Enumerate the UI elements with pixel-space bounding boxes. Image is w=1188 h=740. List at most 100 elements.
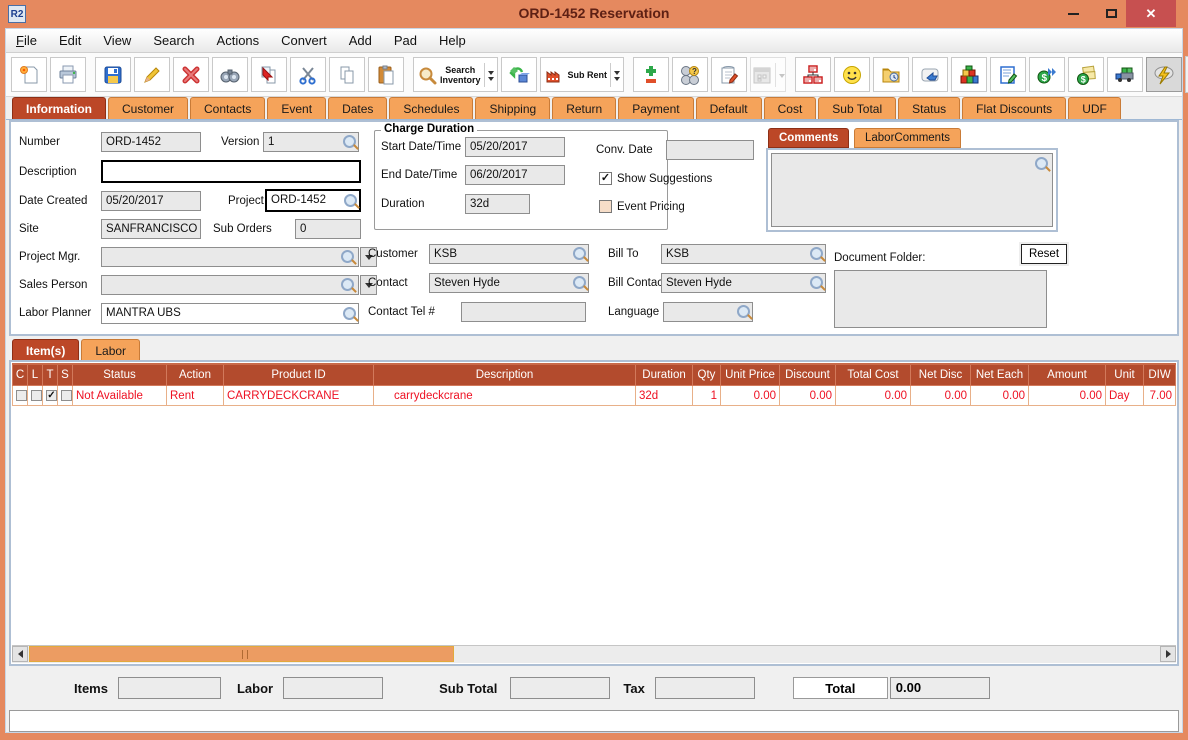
project-mgr-search-icon[interactable] [341, 250, 354, 263]
tab-return[interactable]: Return [552, 97, 617, 119]
delete-button[interactable] [173, 57, 209, 92]
row-checkbox-l[interactable] [31, 390, 42, 401]
tab-comments[interactable]: Comments [768, 128, 850, 148]
close-button[interactable]: ✕ [1126, 0, 1176, 27]
project-search-icon[interactable] [344, 194, 357, 207]
show-suggestions-checkbox[interactable]: ✓ [599, 172, 612, 185]
document-folder-field[interactable] [834, 270, 1047, 328]
find-button[interactable] [212, 57, 248, 92]
col-amount[interactable]: Amount [1028, 363, 1106, 386]
print-button[interactable] [50, 57, 86, 92]
sub-orders-field[interactable]: 0 [295, 219, 361, 239]
end-date-field[interactable]: 06/20/2017 [465, 165, 565, 185]
contact-field[interactable]: Steven Hyde [429, 273, 589, 293]
cell-status[interactable]: Not Available [72, 385, 167, 406]
edit-button[interactable] [134, 57, 170, 92]
comments-textarea[interactable] [771, 153, 1053, 227]
sub-rent-button[interactable]: Sub Rent [539, 57, 625, 92]
tab-event[interactable]: Event [267, 97, 327, 119]
cell-amount[interactable]: 0.00 [1028, 385, 1106, 406]
labor-planner-search-icon[interactable] [343, 307, 356, 320]
col-unit[interactable]: Unit [1105, 363, 1144, 386]
tab-default[interactable]: Default [695, 97, 762, 119]
col-t[interactable]: T [42, 363, 58, 386]
bill-contact-field[interactable]: Steven Hyde [661, 273, 826, 293]
scrollbar-thumb[interactable] [29, 646, 454, 662]
project-mgr-field[interactable] [101, 247, 359, 267]
cell-unit[interactable]: Day [1105, 385, 1144, 406]
menu-pad[interactable]: Pad [394, 33, 417, 48]
row-checkbox-t[interactable]: ✓ [46, 390, 57, 401]
cell-description[interactable]: carrydeckcrane [373, 385, 636, 406]
tab-schedules[interactable]: Schedules [389, 97, 474, 119]
cell-net-disc[interactable]: 0.00 [910, 385, 971, 406]
menu-view[interactable]: View [103, 33, 131, 48]
menu-actions[interactable]: Actions [217, 33, 260, 48]
scroll-right-button[interactable] [1160, 646, 1176, 662]
tab-customer[interactable]: Customer [108, 97, 189, 119]
duration-field[interactable]: 32d [465, 194, 530, 214]
shortcut-key-button[interactable] [912, 57, 949, 92]
sales-person-field[interactable] [101, 275, 359, 295]
tab-udf[interactable]: UDF [1068, 97, 1121, 119]
col-total-cost[interactable]: Total Cost [835, 363, 911, 386]
horizontal-scrollbar[interactable] [12, 645, 1176, 663]
menu-search[interactable]: Search [153, 33, 194, 48]
cell-unit-price[interactable]: 0.00 [720, 385, 780, 406]
start-date-field[interactable]: 05/20/2017 [465, 137, 565, 157]
reset-button[interactable]: Reset [1021, 244, 1067, 264]
event-pricing-checkbox[interactable] [599, 200, 612, 213]
tab-information[interactable]: Information [12, 97, 106, 119]
col-net-disc[interactable]: Net Disc [910, 363, 971, 386]
col-c[interactable]: C [12, 363, 28, 386]
menu-add[interactable]: Add [349, 33, 372, 48]
menu-convert[interactable]: Convert [281, 33, 327, 48]
bill-contact-search-icon[interactable] [810, 276, 823, 289]
customer-search-icon[interactable] [573, 247, 586, 260]
tab-flat-discounts[interactable]: Flat Discounts [962, 97, 1067, 119]
tab-payment[interactable]: Payment [618, 97, 694, 119]
tax-field[interactable] [654, 677, 755, 699]
col-s[interactable]: S [57, 363, 73, 386]
tab-labor-comments[interactable]: LaborComments [854, 128, 962, 148]
col-duration[interactable]: Duration [635, 363, 693, 386]
cell-net-each[interactable]: 0.00 [970, 385, 1029, 406]
search-inventory-dropdown[interactable] [483, 62, 494, 87]
col-status[interactable]: Status [72, 363, 167, 386]
title-bar[interactable]: R2 ORD-1452 Reservation ✕ [0, 0, 1188, 28]
copy-button[interactable] [329, 57, 365, 92]
save-button[interactable] [95, 57, 131, 92]
row-checkbox-s[interactable] [61, 390, 72, 401]
history-folder-button[interactable] [873, 57, 910, 92]
paste-button[interactable] [368, 57, 404, 92]
menu-edit[interactable]: Edit [59, 33, 81, 48]
contact-search-icon[interactable] [573, 276, 586, 289]
version-search-icon[interactable] [343, 135, 356, 148]
col-net-each[interactable]: Net Each [970, 363, 1029, 386]
availability-button[interactable]: ? [672, 57, 709, 92]
contact-tel-field[interactable] [461, 302, 586, 322]
comments-search-icon[interactable] [1035, 157, 1048, 170]
tab-contacts[interactable]: Contacts [190, 97, 266, 119]
items-total-field[interactable] [117, 677, 221, 699]
org-chart-button[interactable] [795, 57, 832, 92]
shipping-truck-button[interactable] [1107, 57, 1144, 92]
sub-rent-dropdown[interactable] [610, 62, 621, 87]
add-remove-button[interactable] [633, 57, 670, 92]
labor-planner-field[interactable]: MANTRA UBS [101, 303, 359, 324]
new-button[interactable] [11, 57, 47, 92]
convert-button[interactable] [500, 57, 537, 92]
col-l[interactable]: L [27, 363, 43, 386]
menu-file[interactable]: File [16, 33, 37, 48]
conv-date-field[interactable] [666, 140, 754, 160]
bill-to-search-icon[interactable] [810, 247, 823, 260]
memo-button[interactable] [990, 57, 1027, 92]
table-row[interactable]: ✓ Not Available Rent CARRYDECKCRANE carr… [12, 385, 1176, 406]
site-field[interactable]: SANFRANCISCO [101, 219, 201, 239]
invoice-button[interactable]: $ [1068, 57, 1105, 92]
sub-total-field[interactable] [510, 677, 611, 699]
cut-button[interactable] [290, 57, 326, 92]
total-field[interactable]: 0.00 [889, 677, 990, 699]
tab-status[interactable]: Status [898, 97, 961, 119]
bill-to-field[interactable]: KSB [661, 244, 826, 264]
